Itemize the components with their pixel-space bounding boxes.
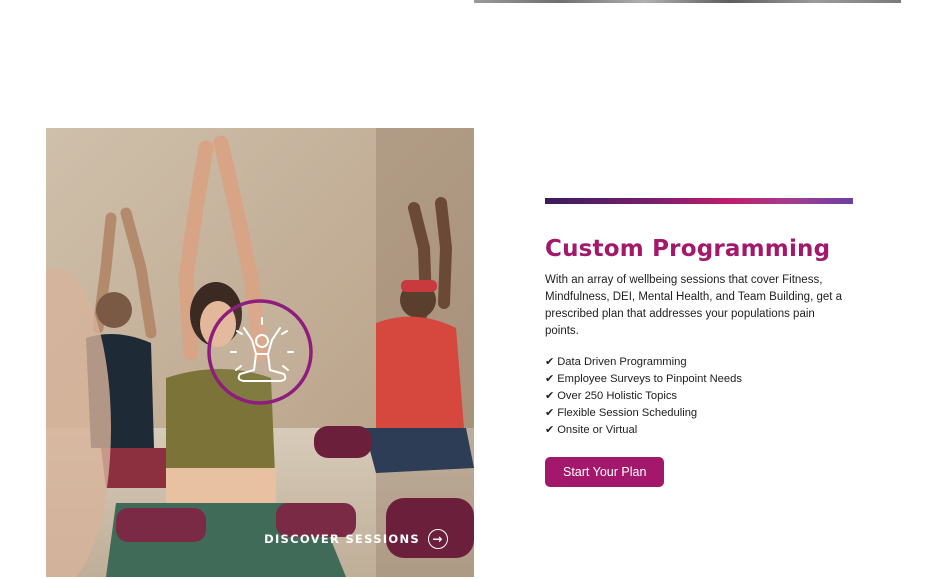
feature-item: ✔ Flexible Session Scheduling bbox=[545, 405, 865, 422]
custom-programming-section: Custom Programming With an array of well… bbox=[545, 198, 865, 487]
feature-item: ✔ Onsite or Virtual bbox=[545, 422, 865, 439]
check-icon: ✔ bbox=[545, 356, 555, 368]
start-your-plan-button[interactable]: Start Your Plan bbox=[545, 457, 665, 487]
check-icon: ✔ bbox=[545, 407, 555, 419]
check-icon: ✔ bbox=[545, 390, 555, 402]
accent-bar bbox=[545, 198, 853, 204]
feature-item: ✔ Employee Surveys to Pinpoint Needs bbox=[545, 371, 865, 388]
section-title: Custom Programming bbox=[545, 236, 831, 262]
discover-sessions-link[interactable]: DISCOVER SESSIONS → bbox=[264, 529, 448, 549]
yoga-class-photo: DISCOVER SESSIONS → bbox=[46, 128, 474, 577]
check-icon: ✔ bbox=[545, 424, 555, 436]
section-description: With an array of wellbeing sessions that… bbox=[545, 274, 843, 337]
top-image-edge bbox=[474, 0, 901, 3]
meditation-icon bbox=[207, 299, 313, 405]
check-icon: ✔ bbox=[545, 373, 555, 385]
feature-list: ✔ Data Driven Programming ✔ Employee Surve… bbox=[545, 354, 865, 439]
discover-sessions-label: DISCOVER SESSIONS bbox=[264, 532, 420, 546]
feature-item: ✔ Over 250 Holistic Topics bbox=[545, 388, 865, 405]
arrow-right-icon: → bbox=[428, 529, 448, 549]
feature-item: ✔ Data Driven Programming bbox=[545, 354, 865, 371]
